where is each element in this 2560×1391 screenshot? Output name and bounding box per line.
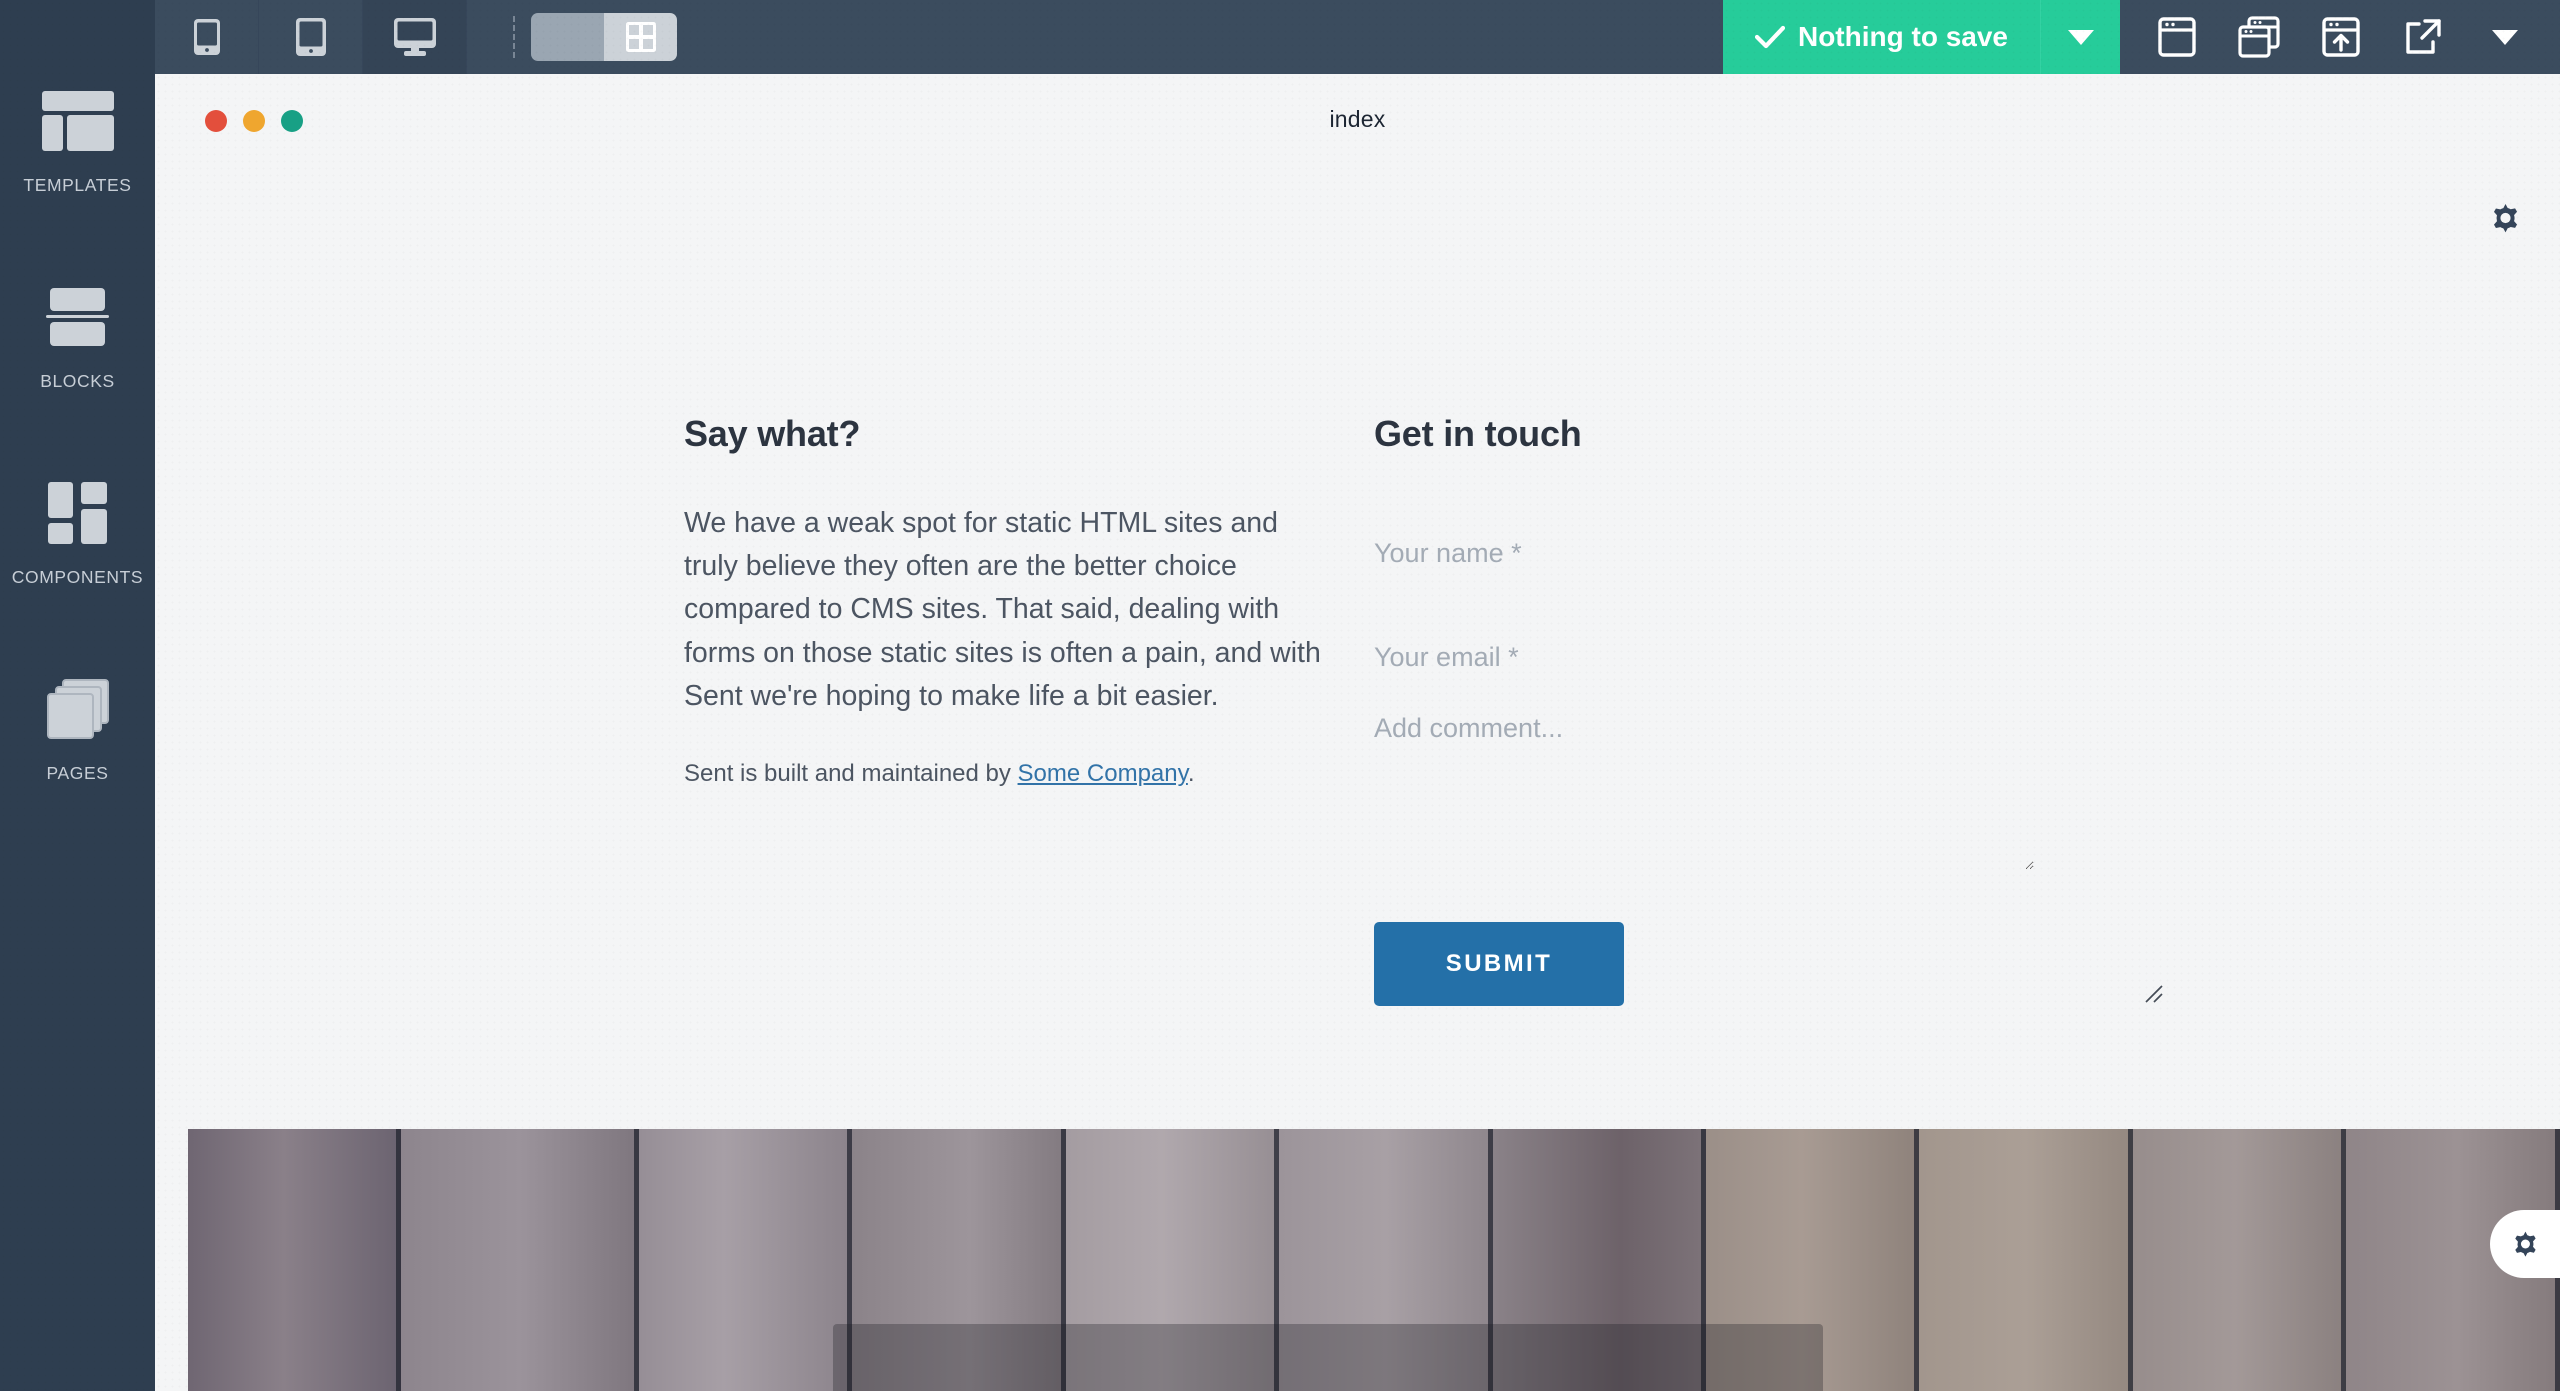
sidebar-item-label: COMPONENTS [11,567,144,587]
components-icon [39,474,117,552]
sidebar-item-blocks[interactable]: BLOCKS [0,278,155,474]
gear-icon [2515,1231,2536,1257]
plank [1919,1129,2134,1391]
say-what-heading: Say what? [684,413,861,454]
device-desktop-button[interactable] [363,0,467,74]
blocks-icon [39,278,117,356]
some-company-link[interactable]: Some Company [1018,760,1188,787]
preview-button[interactable] [2382,0,2464,74]
tablet-icon [295,18,326,56]
sidebar-item-label: BLOCKS [40,371,115,391]
column-copy: Say what? We have a weak spot for static… [684,414,1374,1006]
toggle-preview-segment[interactable] [531,13,604,61]
top-toolbar: Nothing to save [155,0,2560,74]
page-title: index [1329,106,1386,132]
credit-suffix: . [1187,760,1195,788]
window-upload-icon [2322,17,2360,57]
say-what-paragraph: We have a weak spot for static HTML site… [684,506,1321,712]
toolbar-overflow-button[interactable] [2464,0,2546,74]
new-page-button[interactable] [2136,0,2218,74]
chevron-down-icon [2067,29,2094,45]
preview-window-chrome: index [155,74,2560,164]
block-settings-button[interactable] [2490,1210,2560,1278]
credit-line: Sent is built and maintained by Some Com… [684,756,1334,792]
comment-field[interactable] [1374,709,2034,870]
column-form: Get in touch SUBMIT [1374,414,2064,1006]
gear-icon [2493,204,2518,233]
toggle-grid-segment[interactable] [604,13,677,61]
grid-icon [625,22,656,52]
duplicate-page-button[interactable] [2218,0,2300,74]
email-field[interactable] [1374,605,2034,710]
plank [188,1129,402,1391]
save-dropdown-button[interactable] [2040,0,2120,74]
hero-text-overlay [833,1324,1823,1391]
pages-icon [39,670,117,748]
name-field[interactable] [1374,501,2034,606]
toolbar-divider [513,16,515,58]
external-link-icon [2406,19,2441,54]
two-column-row: Say what? We have a weak spot for static… [684,414,2244,1006]
sent-editor-app: TEMPLATES BLOCKS COMPONENTS PAGES Nothin… [0,0,2560,1391]
section-settings-button[interactable] [2488,201,2522,240]
sidebar-item-pages[interactable]: PAGES [0,670,155,866]
sidebar-item-label: TEMPLATES [23,175,132,195]
check-icon [1754,25,1785,49]
templates-icon [39,82,117,160]
save-status-label: Nothing to save [1797,21,2008,52]
plank [638,1129,853,1391]
view-mode-toggle[interactable] [531,13,677,61]
plank [2132,1129,2347,1391]
mobile-icon [193,19,220,55]
window-copy-icon [2238,16,2280,58]
chevron-down-icon [2492,29,2518,45]
sidebar-item-label: PAGES [46,763,109,783]
contact-form: SUBMIT [1374,501,2064,1006]
device-mobile-button[interactable] [155,0,259,74]
sidebar-item-templates[interactable]: TEMPLATES [0,82,155,278]
publish-button[interactable] [2300,0,2382,74]
desktop-icon [393,18,436,56]
editor-canvas: index Say what? We have a weak spot for … [155,74,2560,1391]
window-icon [2158,17,2196,57]
device-tablet-button[interactable] [259,0,363,74]
get-in-touch-heading: Get in touch [1374,413,1582,454]
left-sidebar: TEMPLATES BLOCKS COMPONENTS PAGES [0,0,155,1391]
sidebar-item-components[interactable]: COMPONENTS [0,474,155,670]
save-status-button[interactable]: Nothing to save [1722,0,2040,74]
credit-prefix: Sent is built and maintained by [684,760,1018,788]
submit-button[interactable]: SUBMIT [1374,921,1624,1006]
plank [401,1129,639,1391]
hero-image-block[interactable] [188,1129,2560,1391]
